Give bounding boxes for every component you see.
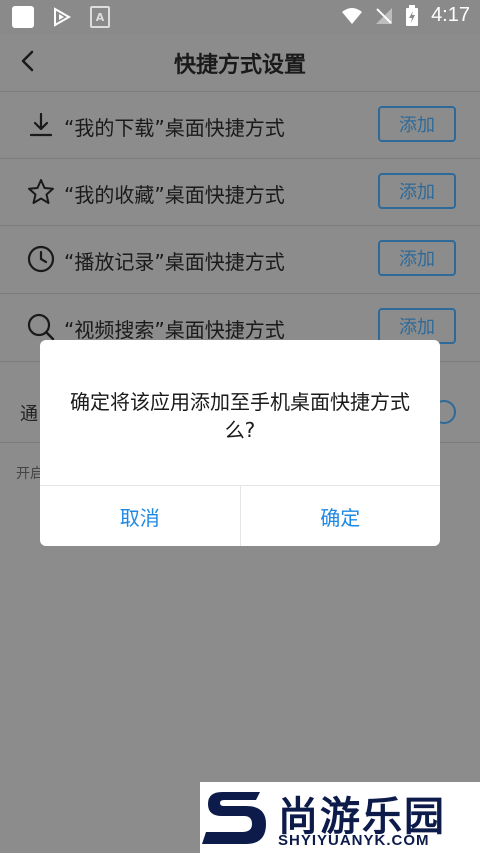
shortcut-row-history: “播放记录”桌面快捷方式 添加	[0, 225, 480, 292]
cancel-button[interactable]: 取消	[40, 486, 240, 546]
notification-app-icon	[12, 6, 34, 28]
watermark: 尚游乐园 SHYIYUANYK.COM	[200, 782, 480, 853]
clock-time: 4:17	[431, 4, 470, 26]
confirm-dialog: 确定将该应用添加至手机桌面快捷方式么? 取消 确定	[40, 340, 440, 546]
play-store-icon	[54, 7, 72, 27]
shortcut-label: “视频搜索”桌面快捷方式	[64, 318, 285, 342]
dialog-message: 确定将该应用添加至手机桌面快捷方式么?	[70, 390, 410, 442]
shortcut-row-download: “我的下载”桌面快捷方式 添加	[0, 91, 480, 158]
no-signal-icon	[376, 7, 393, 24]
download-icon	[29, 112, 53, 137]
font-icon: A	[90, 6, 110, 28]
shortcut-label: “我的下载”桌面快捷方式	[64, 116, 285, 140]
dialog-actions: 取消 确定	[40, 485, 440, 546]
shortcut-row-favorites: “我的收藏”桌面快捷方式 添加	[0, 158, 480, 225]
watermark-text-en: SHYIYUANYK.COM	[278, 832, 430, 849]
add-download-shortcut-button[interactable]: 添加	[378, 106, 456, 142]
wifi-icon	[342, 7, 363, 24]
add-favorites-shortcut-button[interactable]: 添加	[378, 173, 456, 209]
star-icon	[28, 179, 54, 204]
page-title: 快捷方式设置	[173, 53, 306, 78]
watermark-logo-icon	[202, 792, 266, 844]
search-icon	[27, 313, 55, 341]
status-bar: A 4:17	[0, 0, 480, 34]
shortcut-label: “播放记录”桌面快捷方式	[64, 250, 285, 274]
notification-label: 通	[20, 404, 38, 425]
add-history-shortcut-button[interactable]: 添加	[378, 240, 456, 276]
battery-charging-icon	[406, 4, 419, 26]
shortcut-label: “我的收藏”桌面快捷方式	[64, 183, 285, 207]
confirm-button[interactable]: 确定	[239, 486, 441, 546]
app-header: 快捷方式设置	[0, 34, 480, 90]
add-search-shortcut-button[interactable]: 添加	[378, 308, 456, 344]
clock-icon	[27, 245, 55, 273]
